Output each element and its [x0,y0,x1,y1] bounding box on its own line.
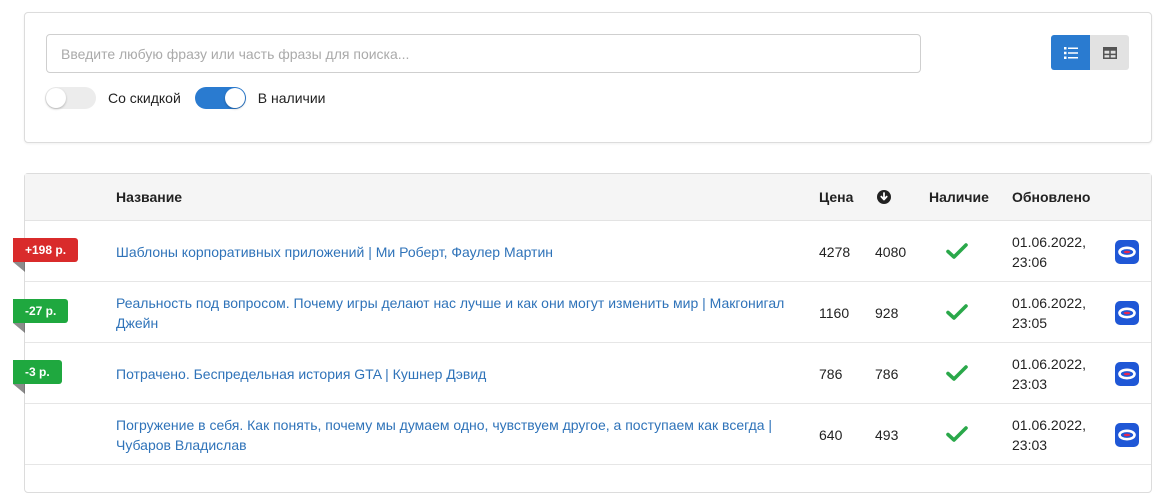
price-change-badge: +198 р. [13,238,79,272]
table-row: -3 р. Потрачено. Беспредельная история G… [13,343,1151,404]
search-panel: Со скидкой В наличии [24,12,1152,143]
view-mode-switch [1051,35,1129,70]
price-change-badge: -27 р. [13,299,69,333]
check-icon [946,365,968,381]
min-price-cell: 4080 [875,243,907,260]
updated-cell: 01.06.2022, 23:03 [1012,343,1086,404]
product-link[interactable]: Шаблоны корпоративных приложений | Ми Ро… [116,242,553,262]
updated-date: 01.06.2022, [1012,416,1086,433]
ozon-icon[interactable] [1115,301,1139,325]
header-price[interactable]: Цена [819,174,853,221]
ozon-icon[interactable] [1115,362,1139,386]
price-cell: 4278 [819,243,851,260]
search-input[interactable] [46,34,921,73]
product-link[interactable]: Потрачено. Беспредельная история GTA | К… [116,364,486,384]
arrow-down-circle-icon[interactable] [877,190,891,204]
price-cell: 1160 [819,304,850,321]
results-table: Название Цена Наличие Обновлено +198 р. … [13,173,1152,493]
check-icon [946,304,968,320]
updated-date: 01.06.2022, [1012,294,1086,311]
check-icon [946,426,968,442]
filter-toggles: Со скидкой В наличии [45,86,325,110]
updated-cell: 01.06.2022, 23:05 [1012,282,1086,343]
updated-cell: 01.06.2022, 23:06 [1012,221,1086,282]
updated-time: 23:03 [1012,436,1048,453]
available-toggle[interactable] [194,87,246,109]
product-link[interactable]: Погружение в себя. Как понять, почему мы… [116,415,796,455]
ozon-icon[interactable] [1115,240,1139,264]
table-view-button[interactable] [1090,35,1129,70]
product-title-cell: Потрачено. Беспредельная история GTA | К… [116,343,796,404]
header-name[interactable]: Название [116,174,182,221]
min-price-cell: 786 [875,365,899,382]
updated-time: 23:06 [1012,253,1048,270]
toggle-knob [224,88,245,108]
table-row: -27 р. Реальность под вопросом. Почему и… [13,282,1151,343]
list-view-button[interactable] [1051,35,1090,70]
price-cell: 786 [819,365,843,382]
min-price-cell: 493 [875,426,899,443]
product-link[interactable]: Реальность под вопросом. Почему игры дел… [116,293,796,333]
discount-toggle-label: Со скидкой [108,90,181,106]
discount-toggle[interactable] [45,87,96,109]
price-cell: 640 [819,426,843,443]
updated-date: 01.06.2022, [1012,233,1086,250]
available-toggle-label: В наличии [257,90,326,106]
table-icon [1102,46,1117,59]
table-row: +198 р. Шаблоны корпоративных приложений… [13,221,1151,282]
ozon-icon[interactable] [1115,423,1139,447]
updated-time: 23:03 [1012,375,1048,392]
check-icon [946,243,968,259]
product-title-cell: Погружение в себя. Как понять, почему мы… [116,404,796,465]
updated-cell: 01.06.2022, 23:03 [1012,404,1086,465]
table-row: Погружение в себя. Как понять, почему мы… [25,404,1151,465]
list-icon [1063,46,1078,59]
product-title-cell: Шаблоны корпоративных приложений | Ми Ро… [116,221,796,282]
product-title-cell: Реальность под вопросом. Почему игры дел… [116,282,796,343]
header-updated[interactable]: Обновлено [1012,174,1090,221]
header-availability[interactable]: Наличие [929,174,989,221]
updated-time: 23:05 [1012,314,1048,331]
min-price-cell: 928 [875,304,899,321]
toggle-knob [46,88,66,108]
table-header: Название Цена Наличие Обновлено [25,174,1151,221]
price-change-badge: -3 р. [13,360,62,394]
updated-date: 01.06.2022, [1012,355,1086,372]
